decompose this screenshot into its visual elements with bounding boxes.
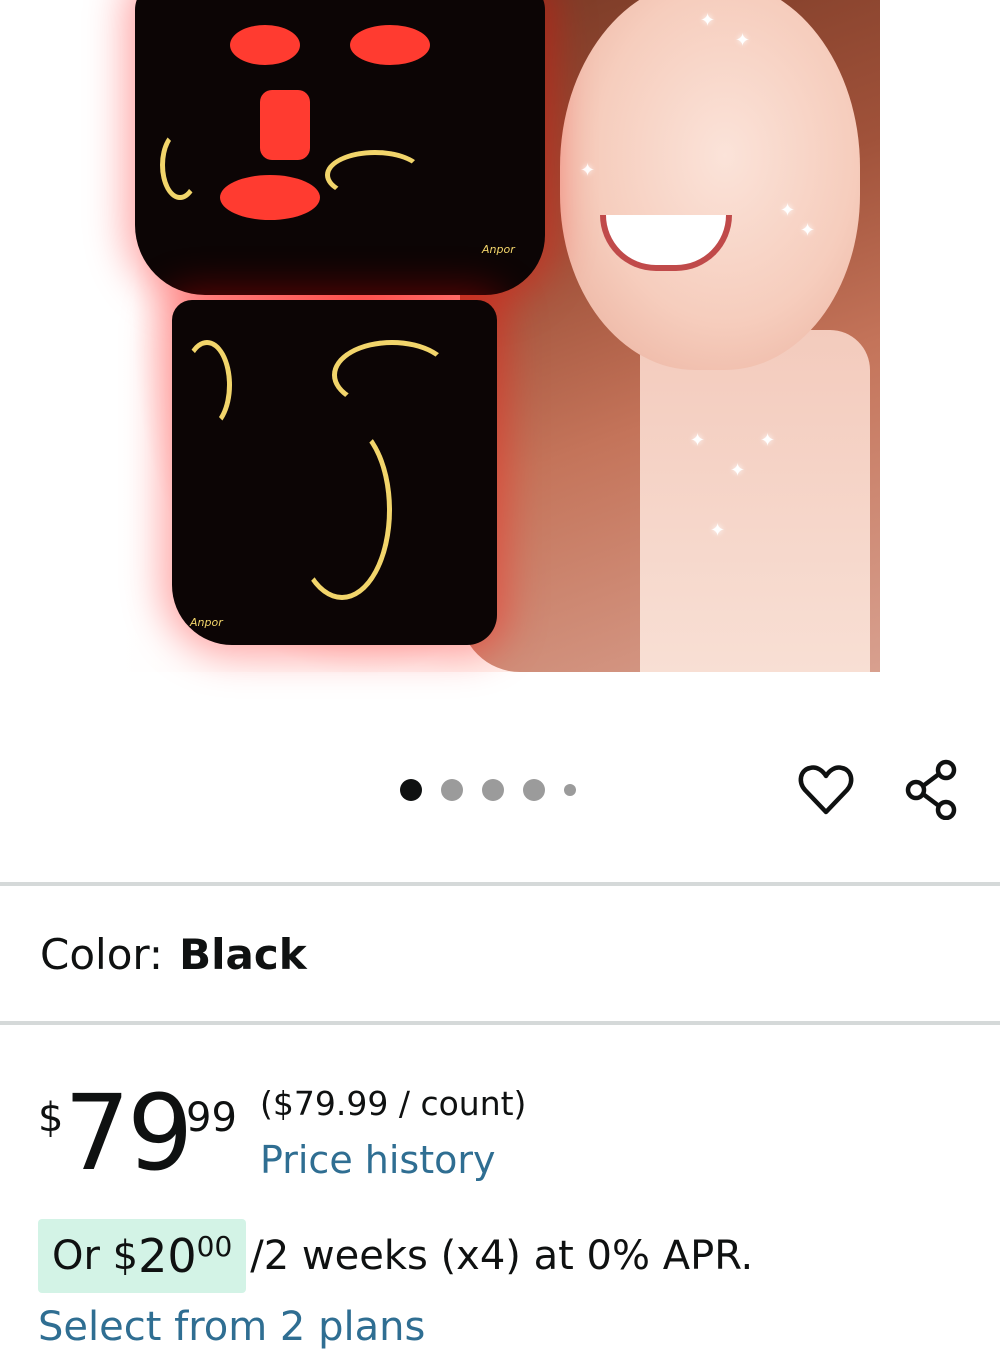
mask-ornament — [332, 340, 452, 410]
sparkle-icon: ✦ — [690, 430, 706, 451]
neck-mask-lower: Anpor — [172, 300, 497, 645]
mask-mouth — [220, 175, 320, 220]
mask-ornament — [325, 150, 425, 200]
carousel-dot[interactable] — [482, 779, 504, 801]
carousel-dot-active[interactable] — [400, 779, 422, 801]
mask-eye-left — [230, 25, 300, 65]
installment-prefix: Or $ — [52, 1233, 139, 1279]
share-icon — [905, 759, 957, 821]
wishlist-button[interactable] — [796, 760, 856, 820]
sparkle-icon: ✦ — [730, 460, 746, 481]
carousel-dot[interactable] — [523, 779, 545, 801]
sparkle-icon: ✦ — [710, 520, 726, 541]
sparkle-icon: ✦ — [580, 160, 596, 181]
color-label: Color: — [40, 930, 164, 979]
section-divider — [0, 882, 1000, 886]
sparkle-icon: ✦ — [800, 220, 816, 241]
sparkle-icon: ✦ — [760, 430, 776, 451]
carousel-dot[interactable] — [441, 779, 463, 801]
brand-mark: Anpor — [190, 616, 223, 629]
mask-ornament — [182, 340, 232, 430]
color-variation[interactable]: Color: Black — [40, 930, 307, 979]
color-value: Black — [179, 930, 307, 979]
carousel-indicator — [400, 776, 576, 804]
mask-ornament — [160, 130, 200, 200]
price-whole: 79 — [64, 1072, 193, 1194]
face-mask-upper: Anpor — [135, 0, 545, 295]
installment-amount-whole: 20 — [138, 1229, 197, 1283]
mask-ornament — [292, 420, 392, 600]
installment-badge: Or $ 20 00 — [38, 1219, 247, 1293]
price-fraction: 99 — [186, 1095, 237, 1141]
brand-mark: Anpor — [482, 243, 515, 256]
share-button[interactable] — [900, 756, 964, 821]
product-image-carousel[interactable]: ✦ ✦ ✦ ✦ ✦ ✦ ✦ ✦ ✦ Anpor Anpor — [0, 0, 1000, 720]
sparkle-icon: ✦ — [780, 200, 796, 221]
mask-eye-right — [350, 25, 430, 65]
select-plans-link[interactable]: Select from 2 plans — [38, 1304, 425, 1350]
installment-terms: /2 weeks (x4) at 0% APR. — [250, 1233, 754, 1279]
price-history-link[interactable]: Price history — [260, 1138, 495, 1182]
heart-outline-icon — [798, 765, 854, 815]
sparkle-icon: ✦ — [700, 10, 716, 31]
installment-offer: Or $ 20 00 /2 weeks (x4) at 0% APR. — [38, 1219, 754, 1293]
model-neck — [640, 330, 870, 672]
unit-price: ($79.99 / count) — [260, 1084, 527, 1123]
installment-amount-fraction: 00 — [196, 1229, 233, 1263]
sparkle-icon: ✦ — [735, 30, 751, 51]
model-face — [560, 0, 860, 370]
carousel-dot[interactable] — [564, 784, 576, 796]
section-divider — [0, 1021, 1000, 1025]
price-currency: $ — [38, 1095, 64, 1141]
mask-nose — [260, 90, 310, 160]
